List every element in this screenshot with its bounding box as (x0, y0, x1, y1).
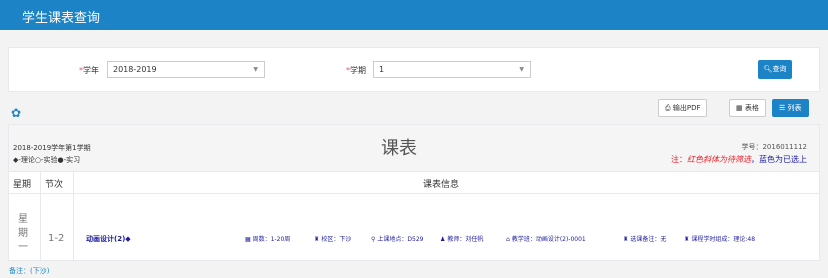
print-icon: ⎙ (665, 104, 671, 112)
column-day: 星期 (13, 180, 32, 190)
list-view-button[interactable]: ☰ 列表 (772, 99, 809, 117)
building-icon: ♜ (314, 236, 320, 243)
map-marker-icon: ⚲ (371, 236, 376, 243)
student-number: 学号：2016011112 (741, 143, 807, 151)
term-text: 2018-2019学年第1学期 (13, 144, 91, 152)
page-title: 学生课表查询 (22, 11, 101, 26)
teacher-info: ♟ 教师：刘任帆 (440, 236, 484, 243)
year-select[interactable]: 2018-2019 ▼ (107, 61, 265, 78)
chevron-down-icon: ▼ (519, 66, 524, 73)
color-note: 注：红色斜体为待筛选，蓝色为已选上 (671, 155, 807, 164)
page-header: 学生课表查询 (0, 0, 828, 30)
column-header-row: 星期 节次 课表信息 (9, 172, 819, 194)
footer-note: 备注：(下沙) (9, 267, 50, 275)
divider (73, 172, 74, 261)
calendar-icon: ▦ (245, 236, 251, 243)
book-icon: ♜ (684, 236, 690, 243)
query-button[interactable]: 🔍︎查询 (758, 60, 792, 79)
hours-info: ♜ 课程学时组成：理论:48 (684, 236, 756, 243)
campus-info: ♜ 校区：下沙 (314, 236, 352, 243)
year-label: *学年 (79, 66, 99, 75)
export-pdf-button[interactable]: ⎙ 输出PDF (658, 99, 708, 117)
book-icon: ♜ (623, 236, 629, 243)
column-period: 节次 (45, 180, 64, 190)
term-select[interactable]: 1 ▼ (373, 61, 531, 78)
divider (40, 172, 41, 261)
column-info: 课表信息 (423, 180, 460, 190)
remark-info: ♜ 选课备注：无 (623, 236, 667, 243)
weeks-info: ▦ 周数：1-20周 (245, 236, 291, 243)
grid-icon: ▦ (736, 104, 743, 112)
gear-icon[interactable]: ✿ (11, 107, 23, 119)
course-name[interactable]: 动画设计(2)◆ (86, 234, 131, 244)
term-label: *学期 (346, 66, 366, 75)
period-cell: 1-2 (48, 233, 65, 244)
day-cell: 星期一 (18, 214, 28, 253)
filter-panel: *学年 2018-2019 ▼ *学期 1 ▼ 🔍︎查询 (8, 47, 820, 92)
user-icon: ♟ (440, 236, 446, 243)
schedule-table: 2018-2019学年第1学期 ◆-理论○-实验●-实习 课表 学号：20160… (8, 124, 820, 261)
schedule-title: 课表 (381, 138, 417, 159)
class-info: ⌂ 教学班：动画设计(2)-0001 (506, 236, 586, 243)
legend-text: ◆-理论○-实验●-实习 (13, 156, 81, 164)
home-icon: ⌂ (506, 236, 510, 243)
location-info: ⚲ 上课地点：D529 (371, 236, 424, 243)
schedule-header: 2018-2019学年第1学期 ◆-理论○-实验●-实习 课表 学号：20160… (9, 125, 819, 172)
table-view-button[interactable]: ▦ 表格 (729, 99, 766, 117)
list-icon: ☰ (779, 104, 786, 112)
chevron-down-icon: ▼ (253, 66, 258, 73)
